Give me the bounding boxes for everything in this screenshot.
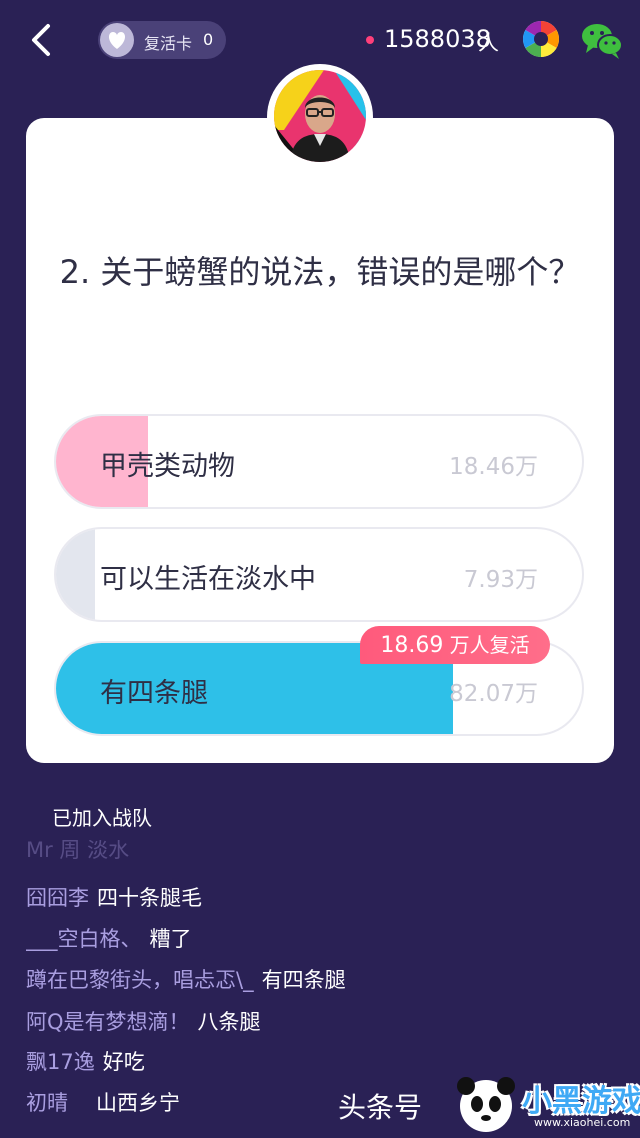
heart-icon xyxy=(100,23,134,57)
option-label: 可以生活在淡水中 xyxy=(100,564,316,595)
chat-text: 有四条腿 xyxy=(261,968,346,992)
chat-message: ___空白格、 糟了 xyxy=(26,923,192,953)
chat-message: 囧囧李 四十条腿毛 xyxy=(26,882,202,912)
chat-text: 山西乡宁 xyxy=(96,1091,180,1115)
chat-username: 初晴 xyxy=(26,1091,68,1115)
color-wheel-icon[interactable] xyxy=(522,20,560,58)
chat-text: 好吃 xyxy=(102,1050,145,1074)
chat-message: 初晴 山西乡宁 xyxy=(26,1087,180,1117)
option-progress-fill xyxy=(56,529,96,620)
live-dot xyxy=(366,36,374,44)
chat-username: Mr 周 淡水 xyxy=(26,840,130,862)
question-text: 2. 关于螃蟹的说法，错误的是哪个？ xyxy=(59,253,581,291)
chat-username: 囧囧李 xyxy=(26,886,89,910)
revive-count-suffix: 万人复活 xyxy=(449,633,530,657)
revive-count-badge: 18.69 万人复活 xyxy=(360,626,550,664)
chat-username: 阿Q是有梦想滴！ xyxy=(26,1010,190,1034)
chat-username: ___空白格、 xyxy=(26,927,142,951)
chat-username: 飘17逸 xyxy=(26,1050,95,1074)
revive-count-number: 18.69 xyxy=(380,633,444,658)
watermark-text: 头条号 xyxy=(338,1091,423,1124)
revive-card-label: 复活卡 xyxy=(144,34,193,53)
chat-message: 飘17逸 好吃 xyxy=(26,1046,145,1076)
online-count: 1588038 xyxy=(384,25,491,53)
revive-card-pill[interactable]: 复活卡 0 xyxy=(98,21,226,59)
option-count: 18.46万 xyxy=(449,454,538,480)
chat-username: 蹲在巴黎街头，唱忐忑\_ xyxy=(26,968,254,992)
chat-text: 糟了 xyxy=(149,927,192,951)
chat-message: 蹲在巴黎街头，唱忐忑\_ 有四条腿 xyxy=(26,964,346,994)
online-unit: 人 xyxy=(478,31,499,55)
chat-text: 八条腿 xyxy=(197,1010,261,1034)
answer-option-2[interactable]: 可以生活在淡水中 7.93万 xyxy=(54,527,584,622)
chat-text: 四十条腿毛 xyxy=(97,886,202,910)
wechat-icon[interactable] xyxy=(580,20,624,60)
revive-card-count: 0 xyxy=(203,30,214,49)
host-avatar xyxy=(274,70,366,162)
panda-icon xyxy=(457,1077,515,1132)
option-count: 82.07万 xyxy=(449,681,538,707)
site-logo: 小黑游戏 www.xiaohei.com xyxy=(450,1068,640,1138)
option-label: 有四条腿 xyxy=(100,678,208,709)
chevron-left-icon[interactable] xyxy=(26,22,56,58)
option-count: 7.93万 xyxy=(463,567,538,593)
chat-message: Mr 周 淡水 xyxy=(26,840,137,864)
team-status: 已加入战队 xyxy=(52,806,152,830)
logo-url: www.xiaohei.com xyxy=(534,1116,631,1129)
chat-message: 阿Q是有梦想滴！ 八条腿 xyxy=(26,1006,261,1036)
option-label: 甲壳类动物 xyxy=(100,451,235,482)
logo-text: 小黑游戏 xyxy=(522,1084,640,1119)
answer-option-1[interactable]: 甲壳类动物 18.46万 xyxy=(54,414,584,509)
